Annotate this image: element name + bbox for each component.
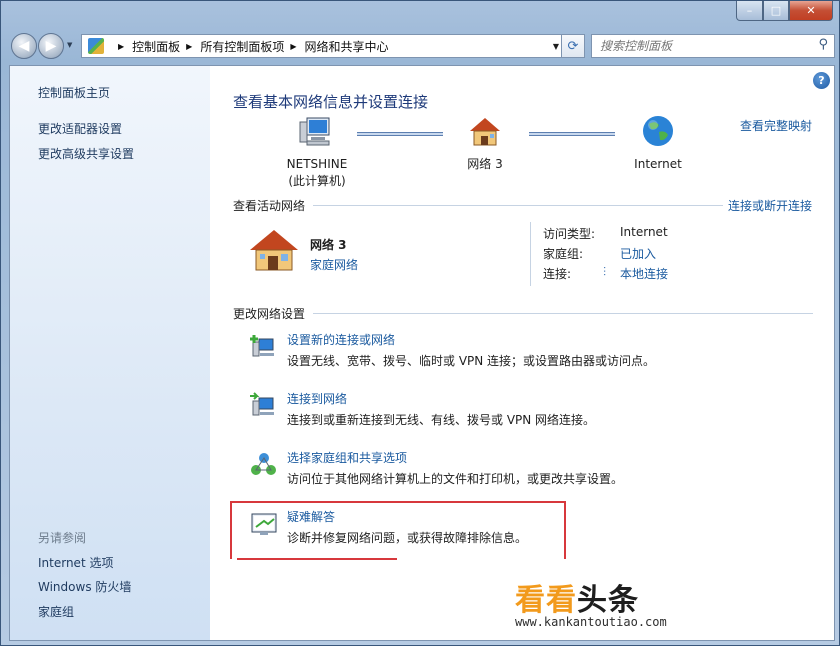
map-network-label: 网络 3 (450, 156, 520, 173)
window-frame: – □ ✕ ◀ ▶ ▼ ▶ 控制面板 ▶ 所有控制面板项 ▶ 网络和共享中心 ▼… (0, 0, 840, 646)
home-network-large-icon (250, 230, 298, 271)
search-box: ⚲ (591, 34, 835, 58)
vertical-divider (530, 222, 531, 286)
new-connection-link[interactable]: 设置新的连接或网络 (287, 331, 395, 348)
divider (313, 205, 723, 206)
see-also-heading: 另请参阅 (38, 531, 87, 545)
active-networks-heading: 查看活动网络 (233, 199, 306, 213)
connect-network-icon (250, 392, 274, 416)
new-connection-description: 设置无线、宽带、拨号、临时或 VPN 连接；或设置路由器或访问点。 (287, 354, 656, 368)
watermark-url: www.kankantoutiao.com (515, 615, 667, 629)
map-internet-label: Internet (623, 156, 693, 173)
breadcrumb-network-center[interactable]: 网络和共享中心 (305, 38, 389, 55)
map-internet[interactable] (638, 114, 678, 151)
address-bar[interactable]: ▶ 控制面板 ▶ 所有控制面板项 ▶ 网络和共享中心 ▼ (81, 34, 567, 58)
maximize-button[interactable]: □ (763, 1, 789, 21)
homegroup-joined-link[interactable]: 已加入 (620, 245, 656, 262)
divider (313, 313, 813, 314)
new-connection-icon (250, 335, 274, 357)
connection-label: 连接: (543, 267, 572, 281)
network-type-link[interactable]: 家庭网络 (310, 256, 358, 273)
sidebar-item-adapter-settings[interactable]: 更改适配器设置 (38, 120, 122, 137)
connect-disconnect-link[interactable]: 连接或断开连接 (728, 197, 812, 214)
map-network[interactable] (465, 116, 505, 151)
window-controls: – □ ✕ (736, 1, 833, 21)
sidebar: 控制面板主页 更改适配器设置 更改高级共享设置 另请参阅 Internet 选项… (10, 66, 210, 640)
globe-icon (643, 116, 673, 146)
homegroup-sharing-description: 访问位于其他网络计算机上的文件和打印机，或更改共享设置。 (287, 472, 624, 486)
map-computer[interactable] (285, 116, 345, 151)
minimize-button[interactable]: – (736, 1, 763, 21)
computer-name: NETSHINE (286, 157, 348, 171)
sidebar-item-internet-options[interactable]: Internet 选项 (38, 554, 113, 571)
control-panel-icon (88, 38, 104, 54)
home-network-icon (470, 118, 500, 146)
navigation-bar: ◀ ▶ ▼ ▶ 控制面板 ▶ 所有控制面板项 ▶ 网络和共享中心 ▼ ⟳ ⚲ (9, 31, 835, 61)
watermark: 看看头条 www.kankantoutiao.com (515, 575, 667, 629)
homegroup-label: 家庭组: (543, 247, 584, 261)
breadcrumb-all-items[interactable]: 所有控制面板项 (200, 38, 284, 55)
back-button[interactable]: ◀ (11, 33, 37, 59)
close-button[interactable]: ✕ (789, 1, 833, 21)
local-connection-link[interactable]: 本地连接 (620, 265, 668, 282)
homegroup-sharing-icon (251, 453, 276, 475)
access-type-label: 访问类型: (543, 227, 596, 241)
watermark-part1: 看看 (515, 583, 577, 618)
computer-subtitle: (此计算机) (288, 174, 346, 188)
connect-network-link[interactable]: 连接到网络 (287, 390, 347, 407)
watermark-logo: 看看头条 (515, 575, 667, 619)
access-type-value: Internet (620, 225, 668, 239)
address-dropdown-icon[interactable]: ▼ (553, 42, 559, 51)
internet-label: Internet (634, 157, 682, 171)
map-link-line (357, 132, 443, 136)
homegroup-sharing-link[interactable]: 选择家庭组和共享选项 (287, 449, 407, 466)
view-full-map-link[interactable]: 查看完整映射 (740, 117, 812, 134)
connect-network-description: 连接到或重新连接到无线、有线、拨号或 VPN 网络连接。 (287, 413, 596, 427)
search-input[interactable] (600, 39, 800, 53)
computer-icon (299, 117, 330, 146)
recent-pages-chevron-icon[interactable]: ▼ (67, 41, 72, 49)
highlight-box (230, 501, 566, 559)
help-icon[interactable]: ? (813, 72, 830, 89)
sidebar-item-advanced-sharing[interactable]: 更改高级共享设置 (38, 145, 134, 162)
map-computer-label-group: NETSHINE (此计算机) (262, 156, 372, 190)
watermark-part2: 头条 (577, 583, 639, 618)
breadcrumb-separator-icon[interactable]: ▶ (118, 42, 124, 51)
refresh-icon[interactable]: ⟳ (561, 34, 585, 58)
map-link-line (529, 132, 615, 136)
page-title: 查看基本网络信息并设置连接 (233, 93, 429, 111)
network-name-map: 网络 3 (467, 157, 503, 171)
active-network-name: 网络 3 (310, 238, 347, 252)
sidebar-item-firewall[interactable]: Windows 防火墙 (38, 578, 131, 595)
forward-button[interactable]: ▶ (38, 33, 64, 59)
highlight-box-bottom (237, 558, 397, 560)
change-settings-heading: 更改网络设置 (233, 307, 306, 321)
sidebar-item-home[interactable]: 控制面板主页 (38, 84, 110, 101)
sidebar-item-homegroup[interactable]: 家庭组 (38, 603, 74, 620)
breadcrumb-separator-icon[interactable]: ▶ (186, 42, 192, 51)
search-icon[interactable]: ⚲ (818, 37, 828, 52)
breadcrumb-control-panel[interactable]: 控制面板 (132, 38, 180, 55)
breadcrumb-separator-icon[interactable]: ▶ (290, 42, 296, 51)
ethernet-icon: ⫶ (603, 265, 607, 279)
